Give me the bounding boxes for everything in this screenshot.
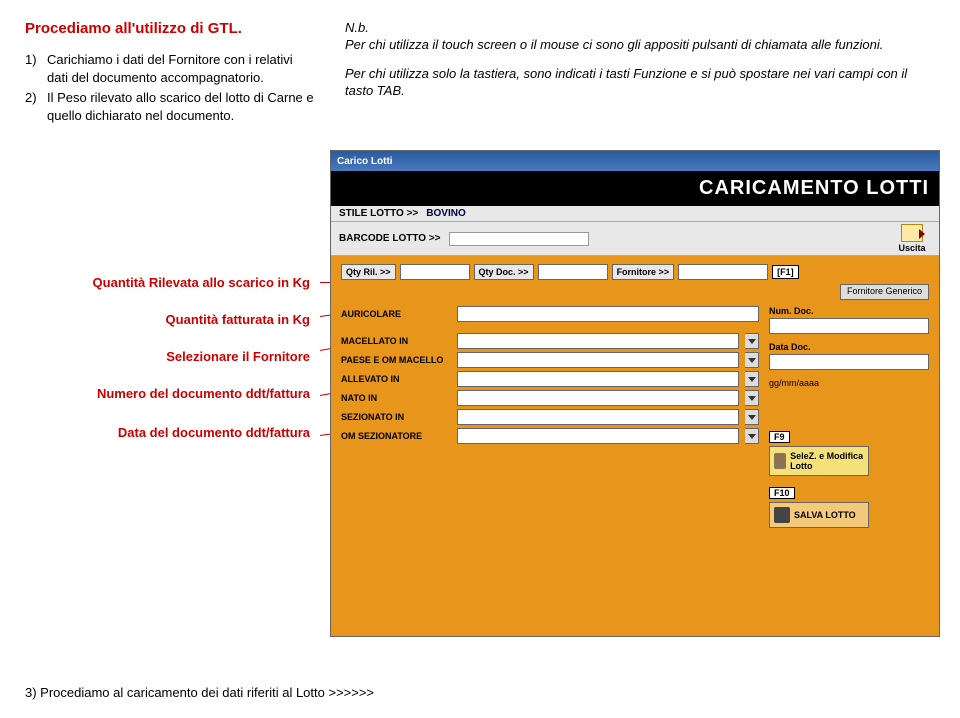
sezionato-input[interactable] — [457, 409, 739, 425]
sezionato-label: SEZIONATO IN — [341, 412, 451, 422]
allevato-input[interactable] — [457, 371, 739, 387]
allevato-label: ALLEVATO IN — [341, 374, 451, 384]
f1-badge: [F1] — [772, 265, 799, 279]
qty-doc-button[interactable]: Qty Doc. >> — [474, 264, 534, 280]
datadoc-label: Data Doc. — [769, 342, 929, 352]
f10-badge: F10 — [769, 487, 795, 499]
dropdown-arrow-icon[interactable] — [745, 352, 759, 368]
qty-ril-input[interactable] — [400, 264, 470, 280]
list-item: 2) Il Peso rilevato allo scarico del lot… — [25, 89, 315, 124]
dropdown-arrow-icon[interactable] — [745, 371, 759, 387]
dropdown-arrow-icon[interactable] — [745, 333, 759, 349]
date-format-hint: gg/mm/aaaa — [769, 378, 929, 388]
fornitore-button[interactable]: Fornitore >> — [612, 264, 675, 280]
window-title: Carico Lotti — [337, 156, 393, 167]
selez-modifica-button[interactable]: SeleZ. e Modifica Lotto — [769, 446, 869, 476]
form-area: Qty Ril. >> Qty Doc. >> Fornitore >> [F1… — [331, 256, 939, 636]
annotation-qty-fatturata: Quantità fatturata in Kg — [25, 312, 320, 327]
datadoc-input[interactable] — [769, 354, 929, 370]
list-item: 1) Carichiamo i dati del Fornitore con i… — [25, 51, 315, 86]
list-number: 1) — [25, 51, 47, 86]
qty-ril-button[interactable]: Qty Ril. >> — [341, 264, 396, 280]
numdoc-label: Num. Doc. — [769, 306, 929, 316]
stile-lotto-value: BOVINO — [426, 208, 465, 219]
fornitore-generico-button[interactable]: Fornitore Generico — [840, 284, 929, 300]
nb-paragraph: Per chi utilizza solo la tastiera, sono … — [345, 66, 935, 100]
nb-paragraph: Per chi utilizza il touch screen o il mo… — [345, 37, 935, 54]
exit-icon — [901, 224, 923, 242]
window-titlebar[interactable]: Carico Lotti — [331, 151, 939, 171]
app-window: Carico Lotti CARICAMENTO LOTTI STILE LOT… — [330, 150, 940, 637]
save-icon — [774, 507, 790, 523]
edit-icon — [774, 453, 786, 469]
dropdown-arrow-icon[interactable] — [745, 428, 759, 444]
qty-doc-input[interactable] — [538, 264, 608, 280]
salva-lotto-button[interactable]: SALVA LOTTO — [769, 502, 869, 528]
macellato-label: MACELLATO IN — [341, 336, 451, 346]
barcode-strip: BARCODE LOTTO >> Uscita — [331, 222, 939, 256]
dropdown-arrow-icon[interactable] — [745, 409, 759, 425]
stile-lotto-label: STILE LOTTO >> — [339, 208, 418, 219]
barcode-label: BARCODE LOTTO >> — [339, 233, 441, 244]
om-sez-input[interactable] — [457, 428, 739, 444]
auricolare-input[interactable] — [457, 306, 759, 322]
salva-lotto-label: SALVA LOTTO — [794, 510, 856, 520]
numdoc-input[interactable] — [769, 318, 929, 334]
nb-heading: N.b. — [345, 20, 935, 35]
f9-badge: F9 — [769, 431, 790, 443]
annotation-qty-rilevata: Quantità Rilevata allo scarico in Kg — [25, 275, 320, 290]
list-text: Il Peso rilevato allo scarico del lotto … — [47, 89, 315, 124]
om-sez-label: OM SEZIONATORE — [341, 431, 451, 441]
annotation-data-doc: Data del documento ddt/fattura — [25, 425, 320, 442]
annotation-num-doc: Numero del documento ddt/fattura — [25, 386, 320, 403]
macellato-input[interactable] — [457, 333, 739, 349]
exit-label: Uscita — [893, 243, 931, 253]
stile-lotto-strip: STILE LOTTO >> BOVINO — [331, 206, 939, 222]
paese-om-input[interactable] — [457, 352, 739, 368]
auricolare-label: AURICOLARE — [341, 309, 451, 319]
exit-button[interactable]: Uscita — [893, 224, 931, 253]
nato-input[interactable] — [457, 390, 739, 406]
bottom-step-text: 3) Procediamo al caricamento dei dati ri… — [25, 685, 374, 700]
list-number: 2) — [25, 89, 47, 124]
app-header: CARICAMENTO LOTTI — [331, 171, 939, 206]
paese-om-label: PAESE E OM MACELLO — [341, 355, 451, 365]
nato-label: NATO IN — [341, 393, 451, 403]
dropdown-arrow-icon[interactable] — [745, 390, 759, 406]
barcode-input[interactable] — [449, 232, 589, 246]
list-text: Carichiamo i dati del Fornitore con i re… — [47, 51, 315, 86]
fornitore-input[interactable] — [678, 264, 768, 280]
page-title: Procediamo all'utilizzo di GTL. — [25, 20, 315, 37]
selez-modifica-label: SeleZ. e Modifica Lotto — [790, 451, 864, 471]
app-header-title: CARICAMENTO LOTTI — [699, 177, 929, 200]
annotation-fornitore: Selezionare il Fornitore — [25, 349, 320, 364]
